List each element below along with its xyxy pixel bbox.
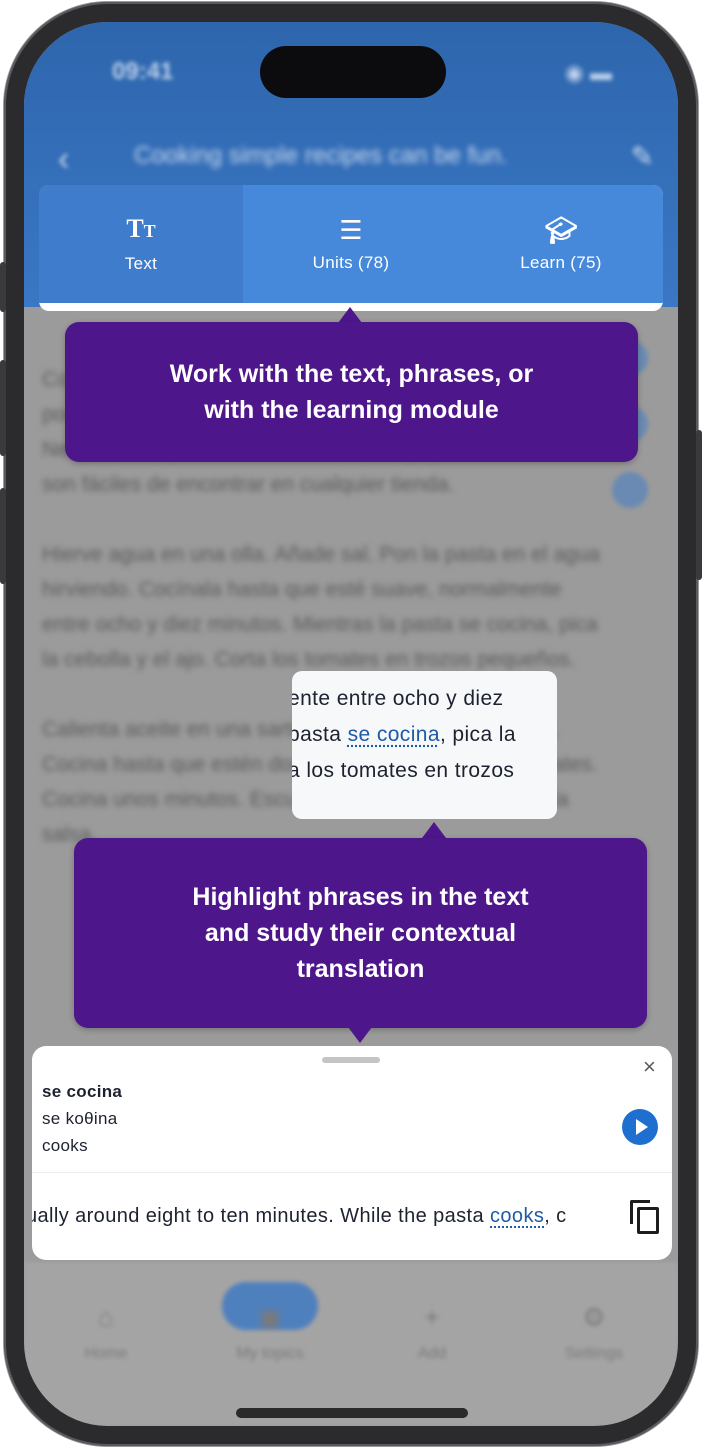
drag-handle[interactable] xyxy=(322,1057,380,1063)
close-icon[interactable]: × xyxy=(643,1056,656,1078)
tab-bar: TT Text ☰ Units (78) 🎓︎ Learn (75) xyxy=(39,185,663,303)
status-time: 09:41 xyxy=(112,58,174,85)
context-text: ually around eight to ten minutes. While… xyxy=(32,1205,490,1227)
tab-learn[interactable]: 🎓︎ Learn (75) xyxy=(459,185,663,303)
home-icon: ⌂ xyxy=(98,1302,114,1332)
paragraph: Hierve agua en una olla. Añade sal. Pon … xyxy=(42,543,601,671)
highlighted-text-snippet: ente entre ocho y diez pasta se cocina, … xyxy=(292,671,557,819)
mute-switch xyxy=(0,262,6,312)
phrase-translation: cooks xyxy=(42,1136,88,1155)
nav-label: My topics xyxy=(236,1345,304,1362)
graduation-cap-icon: 🎓︎ xyxy=(544,215,578,245)
page-title: Cooking simple recipes can be fun. xyxy=(134,142,508,169)
nav-settings[interactable]: ⚙ Settings xyxy=(534,1302,654,1363)
nav-label: Settings xyxy=(565,1345,623,1362)
context-phrase[interactable]: cooks xyxy=(490,1205,544,1227)
context-sentence: ually around eight to ten minutes. While… xyxy=(32,1172,616,1260)
text-size-icon: TT xyxy=(126,214,156,243)
nav-home[interactable]: ⌂ Home xyxy=(46,1302,166,1363)
plus-icon: + xyxy=(424,1302,440,1332)
tooltip-tabs-hint: Work with the text, phrases, or with the… xyxy=(65,322,638,462)
tab-label: Units (78) xyxy=(312,253,390,272)
dynamic-island xyxy=(260,46,446,98)
snippet-text: pasta xyxy=(292,723,348,746)
snippet-text: , pica la xyxy=(439,723,516,746)
tab-label: Text xyxy=(124,254,158,273)
topics-icon: ▣ xyxy=(257,1302,283,1332)
home-indicator xyxy=(236,1408,468,1418)
tab-label: Learn (75) xyxy=(520,253,602,272)
nav-my-topics[interactable]: ▣ My topics xyxy=(210,1302,330,1363)
tooltip-text: Highlight phrases in the text and study … xyxy=(192,883,529,983)
gear-icon: ⚙ xyxy=(582,1302,606,1332)
nav-label: Home xyxy=(84,1345,128,1362)
copy-icon[interactable] xyxy=(630,1200,662,1236)
highlighted-phrase[interactable]: se cocina xyxy=(348,723,440,746)
play-audio-button[interactable] xyxy=(622,1109,658,1145)
back-icon[interactable]: ‹ xyxy=(58,140,69,179)
tooltip-caret xyxy=(422,822,446,838)
phrase-bottom-sheet: × se cocina se koθina cooks ually around… xyxy=(32,1046,672,1260)
tooltip-caret xyxy=(338,307,362,323)
volume-down-button xyxy=(0,488,6,584)
tooltip-highlight-hint: Highlight phrases in the text and study … xyxy=(74,838,647,1028)
tab-panel: TT Text ☰ Units (78) 🎓︎ Learn (75) xyxy=(39,185,663,311)
tooltip-text: Work with the text, phrases, or with the… xyxy=(169,360,534,424)
context-text: , c xyxy=(544,1205,567,1227)
phrase-phonetic: se koθina xyxy=(42,1109,118,1128)
snippet-line: ente entre ocho y diez xyxy=(292,687,504,710)
tooltip-caret xyxy=(348,1027,372,1043)
snippet-line: pasta se cocina, pica la xyxy=(292,717,516,753)
status-icons: ◉ ▬ xyxy=(564,60,612,85)
translate-icon[interactable] xyxy=(612,472,648,508)
edit-icon[interactable]: ✎ xyxy=(631,140,654,173)
power-button xyxy=(696,430,702,580)
nav-label: Add xyxy=(417,1345,447,1362)
list-icon: ☰ xyxy=(339,215,363,245)
phrase-title: se cocina xyxy=(42,1082,123,1101)
tab-units[interactable]: ☰ Units (78) xyxy=(243,185,459,303)
snippet-line: a los tomates en trozos xyxy=(292,759,515,782)
volume-up-button xyxy=(0,360,6,456)
nav-add[interactable]: + Add xyxy=(372,1302,492,1363)
bottom-navigation: ⌂ Home ▣ My topics + Add ⚙ Settings xyxy=(24,1262,678,1426)
tab-text[interactable]: TT Text xyxy=(39,185,243,303)
